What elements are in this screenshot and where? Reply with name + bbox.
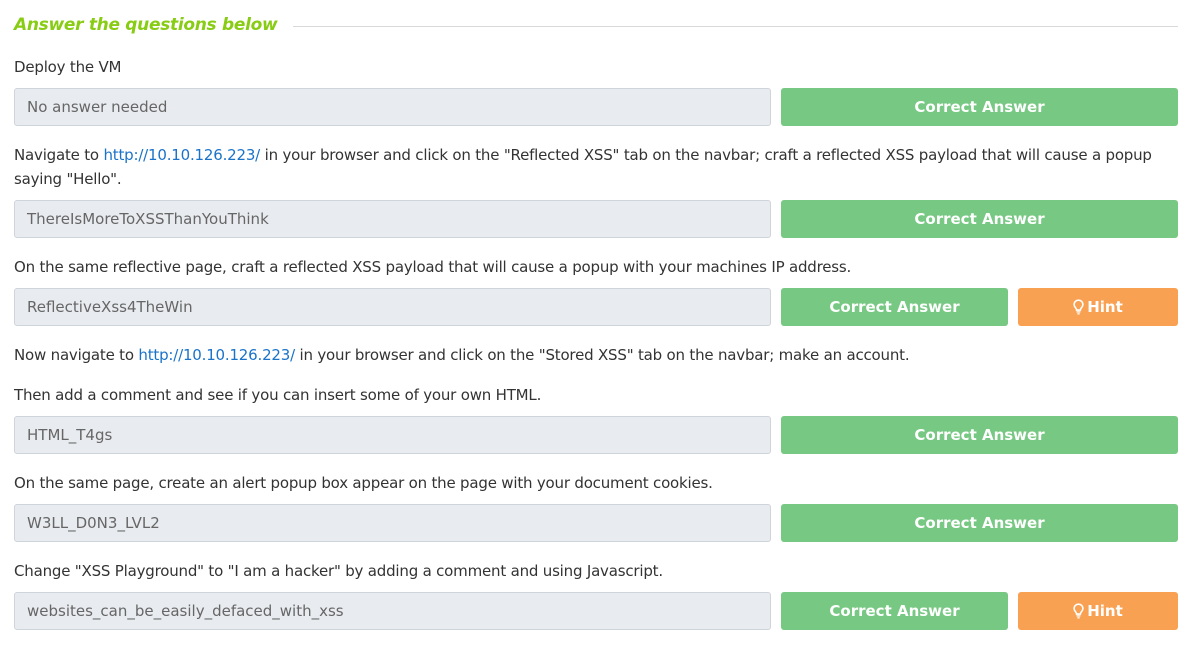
question-6-hint-label: Hint (1087, 602, 1123, 620)
question-5-answer-field[interactable]: W3LL_D0N3_LVL2 (14, 504, 771, 542)
question-4-text-after: in your browser and click on the "Stored… (294, 346, 910, 364)
question-1-text: Deploy the VM (14, 58, 122, 76)
question-4-correct-answer-button[interactable]: Correct Answer (781, 416, 1178, 454)
question-2-link[interactable]: http://10.10.126.223/ (103, 146, 260, 164)
lightbulb-icon (1073, 299, 1084, 315)
lightbulb-icon (1073, 603, 1084, 619)
question-4-text-before: Now navigate to (14, 346, 139, 364)
question-3-text: On the same reflective page, craft a ref… (14, 258, 852, 276)
question-2-answer-field[interactable]: ThereIsMoreToXSSThanYouThink (14, 200, 771, 238)
question-1-answer-field[interactable]: No answer needed (14, 88, 771, 126)
question-6-correct-answer-button[interactable]: Correct Answer (781, 592, 1008, 630)
question-2-text: Navigate to http://10.10.126.223/ in you… (14, 143, 1180, 191)
question-2-text-before: Navigate to (14, 146, 104, 164)
question-3-answer-field[interactable]: ReflectiveXss4TheWin (14, 288, 771, 326)
question-4-text-line2: Then add a comment and see if you can in… (14, 386, 542, 404)
question-5-text: On the same page, create an alert popup … (14, 474, 713, 492)
question-6-text: Change "XSS Playground" to "I am a hacke… (14, 562, 663, 580)
question-6-answer-field[interactable]: websites_can_be_easily_defaced_with_xss (14, 592, 771, 630)
question-2-correct-answer-button[interactable]: Correct Answer (781, 200, 1178, 238)
question-6-hint-button[interactable]: Hint (1018, 592, 1178, 630)
question-3-correct-answer-button[interactable]: Correct Answer (781, 288, 1008, 326)
question-4-link[interactable]: http://10.10.126.223/ (138, 346, 295, 364)
question-1-correct-answer-button[interactable]: Correct Answer (781, 88, 1178, 126)
question-5-correct-answer-button[interactable]: Correct Answer (781, 504, 1178, 542)
question-3-hint-label: Hint (1087, 298, 1123, 316)
question-4-text: Now navigate to http://10.10.126.223/ in… (14, 343, 1180, 367)
section-title: Answer the questions below (14, 15, 278, 35)
section-divider (293, 25, 1178, 27)
question-3-hint-button[interactable]: Hint (1018, 288, 1178, 326)
section-header: Answer the questions below (14, 12, 1178, 38)
question-4-answer-field[interactable]: HTML_T4gs (14, 416, 771, 454)
